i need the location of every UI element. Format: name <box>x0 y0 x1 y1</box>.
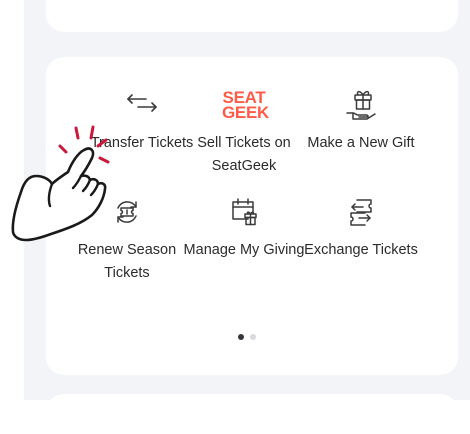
make-new-gift-button[interactable]: Make a New Gift <box>296 88 426 155</box>
transfer-arrows-icon <box>127 94 157 112</box>
seatgeek-logo: SEAT GEEK <box>222 88 269 122</box>
sell-on-seatgeek-label: Sell Tickets on SeatGeek <box>197 135 291 174</box>
exchange-tickets-label: Exchange Tickets <box>304 242 418 258</box>
exchange-tickets-button[interactable]: Exchange Tickets <box>296 195 426 262</box>
previous-card <box>46 0 458 32</box>
calendar-gift-icon <box>232 198 257 226</box>
make-new-gift-label: Make a New Gift <box>307 135 415 151</box>
page-dot-active[interactable] <box>238 334 244 340</box>
sell-on-seatgeek-button[interactable]: SEAT GEEK Sell Tickets on SeatGeek <box>179 88 309 178</box>
exchange-tickets-icon <box>350 199 372 226</box>
manage-my-giving-button[interactable]: Manage My Giving <box>179 195 309 262</box>
manage-my-giving-label: Manage My Giving <box>183 242 305 258</box>
page-dot-inactive[interactable] <box>250 334 256 340</box>
page-indicator <box>238 334 268 344</box>
gift-hand-icon <box>346 90 376 120</box>
screen: Transfer Tickets SEAT GEEK Sell Tickets … <box>0 0 470 434</box>
next-card <box>46 394 458 434</box>
tap-hand-icon <box>11 125 110 242</box>
